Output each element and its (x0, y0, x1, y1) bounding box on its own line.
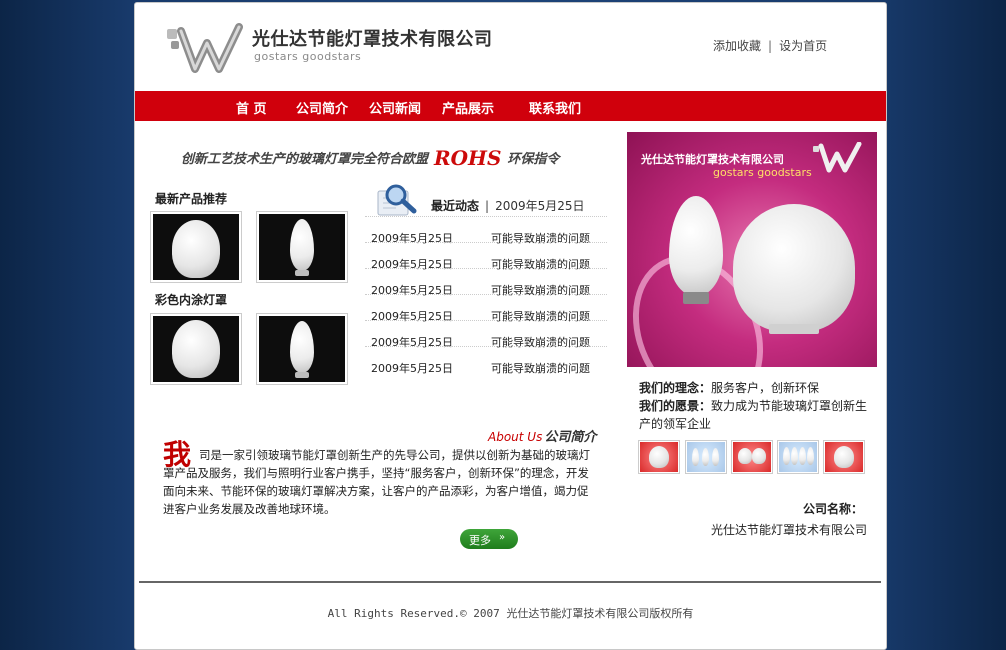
about-title: About Us 公司简介 (488, 426, 596, 445)
nav-home[interactable]: 首 页 (236, 98, 267, 117)
mini-product-thumb[interactable] (685, 440, 727, 474)
link-separator: | (768, 39, 773, 53)
product-thumb[interactable] (256, 211, 348, 283)
news-item[interactable]: 2009年5月25日 可能导致崩溃的问题 (365, 320, 607, 349)
slogan-text: 创新工艺技术生产的玻璃灯罩完全符合欧盟 (181, 152, 429, 167)
company-name-value: 光仕达节能灯罩技术有限公司 (711, 523, 868, 537)
news-item[interactable]: 2009年5月25日 可能导致崩溃的问题 (365, 346, 607, 375)
footer-divider (139, 581, 881, 583)
company-logo (167, 23, 243, 73)
about-text: 司是一家引领玻璃节能灯罩创新生产的先导公司，提供以创新为基础的玻璃灯罩产品及服务… (163, 448, 590, 516)
main-nav: 首 页 公司简介 公司新闻 产品展示 联系我们 (135, 91, 886, 121)
footer-copyright: All Rights Reserved.© 2007 光仕达节能灯罩技术有限公司… (327, 607, 694, 620)
more-button-label: 更多 (469, 534, 491, 547)
mini-product-thumb[interactable] (638, 440, 680, 474)
set-homepage-link[interactable]: 设为首页 (779, 39, 827, 53)
news-item-date: 2009年5月25日 (371, 362, 453, 375)
product-thumb[interactable] (150, 313, 242, 385)
vision-label: 我们的愿景： (639, 399, 712, 413)
rohs-mark: ROHS (434, 146, 502, 170)
mini-product-thumb[interactable] (823, 440, 865, 474)
news-item[interactable]: 2009年5月25日 可能导致崩溃的问题 (365, 216, 607, 245)
colored-products-title: 彩色内涂灯罩 (155, 293, 228, 307)
top-links: 添加收藏 | 设为首页 (713, 37, 827, 54)
about-title-en: About Us (488, 430, 543, 444)
company-name-label: 公司名称： (803, 502, 864, 516)
idea-label: 我们的理念： (639, 381, 712, 395)
nav-contact[interactable]: 联系我们 (529, 98, 581, 117)
product-thumb[interactable] (150, 211, 242, 283)
nav-news[interactable]: 公司新闻 (369, 98, 421, 117)
more-button[interactable]: 更多 » (460, 529, 518, 549)
idea-text: 服务客户，创新环保 (711, 381, 820, 395)
company-philosophy: 我们的理念：服务客户，创新环保 我们的愿景：致力成为节能玻璃灯罩创新生产的领军企… (639, 379, 879, 433)
news-item[interactable]: 2009年5月25日 可能导致崩溃的问题 (365, 294, 607, 323)
banner-company-sub: gostars goodstars (713, 166, 812, 179)
slogan-text-end: 环保指令 (507, 152, 560, 167)
company-name: 光仕达节能灯罩技术有限公司 (252, 29, 493, 50)
company-slogan-en: gostars goodstars (254, 50, 362, 63)
page-container: 光仕达节能灯罩技术有限公司 gostars goodstars 添加收藏 | 设为首… (134, 2, 887, 650)
add-favorite-link[interactable]: 添加收藏 (713, 39, 761, 53)
news-list: 2009年5月25日 可能导致崩溃的问题 2009年5月25日 可能导致崩溃的问题 … (365, 216, 607, 375)
news-item[interactable]: 2009年5月25日 可能导致崩溃的问题 (365, 242, 607, 271)
news-date: 2009年5月25日 (495, 199, 585, 213)
about-title-cn: 公司简介 (544, 430, 597, 445)
nav-about[interactable]: 公司简介 (296, 98, 348, 117)
mini-product-thumb[interactable] (777, 440, 819, 474)
news-title: 最近动态 (431, 199, 480, 213)
news-item[interactable]: 2009年5月25日 可能导致崩溃的问题 (365, 268, 607, 297)
double-chevron-right-icon: » (499, 532, 506, 543)
banner-company-name: 光仕达节能灯罩技术有限公司 (641, 153, 784, 166)
product-thumb[interactable] (256, 313, 348, 385)
news-header: 最近动态 | 2009年5月25日 (431, 197, 585, 214)
magnifier-icon (377, 184, 417, 216)
slogan-banner: 创新工艺技术生产的玻璃灯罩完全符合欧盟 ROHS 环保指令 (181, 146, 559, 170)
nav-products[interactable]: 产品展示 (442, 98, 494, 117)
vision-line: 我们的愿景：致力成为节能玻璃灯罩创新生产的领军企业 (639, 397, 879, 433)
idea-line: 我们的理念：服务客户，创新环保 (639, 379, 879, 397)
latest-products-title: 最新产品推荐 (155, 192, 228, 206)
product-banner: 光仕达节能灯罩技术有限公司 gostars goodstars (627, 132, 877, 367)
news-item-title[interactable]: 可能导致崩溃的问题 (491, 360, 590, 376)
mini-product-thumb[interactable] (731, 440, 773, 474)
news-separator: | (485, 199, 490, 213)
banner-logo-icon (813, 142, 862, 173)
